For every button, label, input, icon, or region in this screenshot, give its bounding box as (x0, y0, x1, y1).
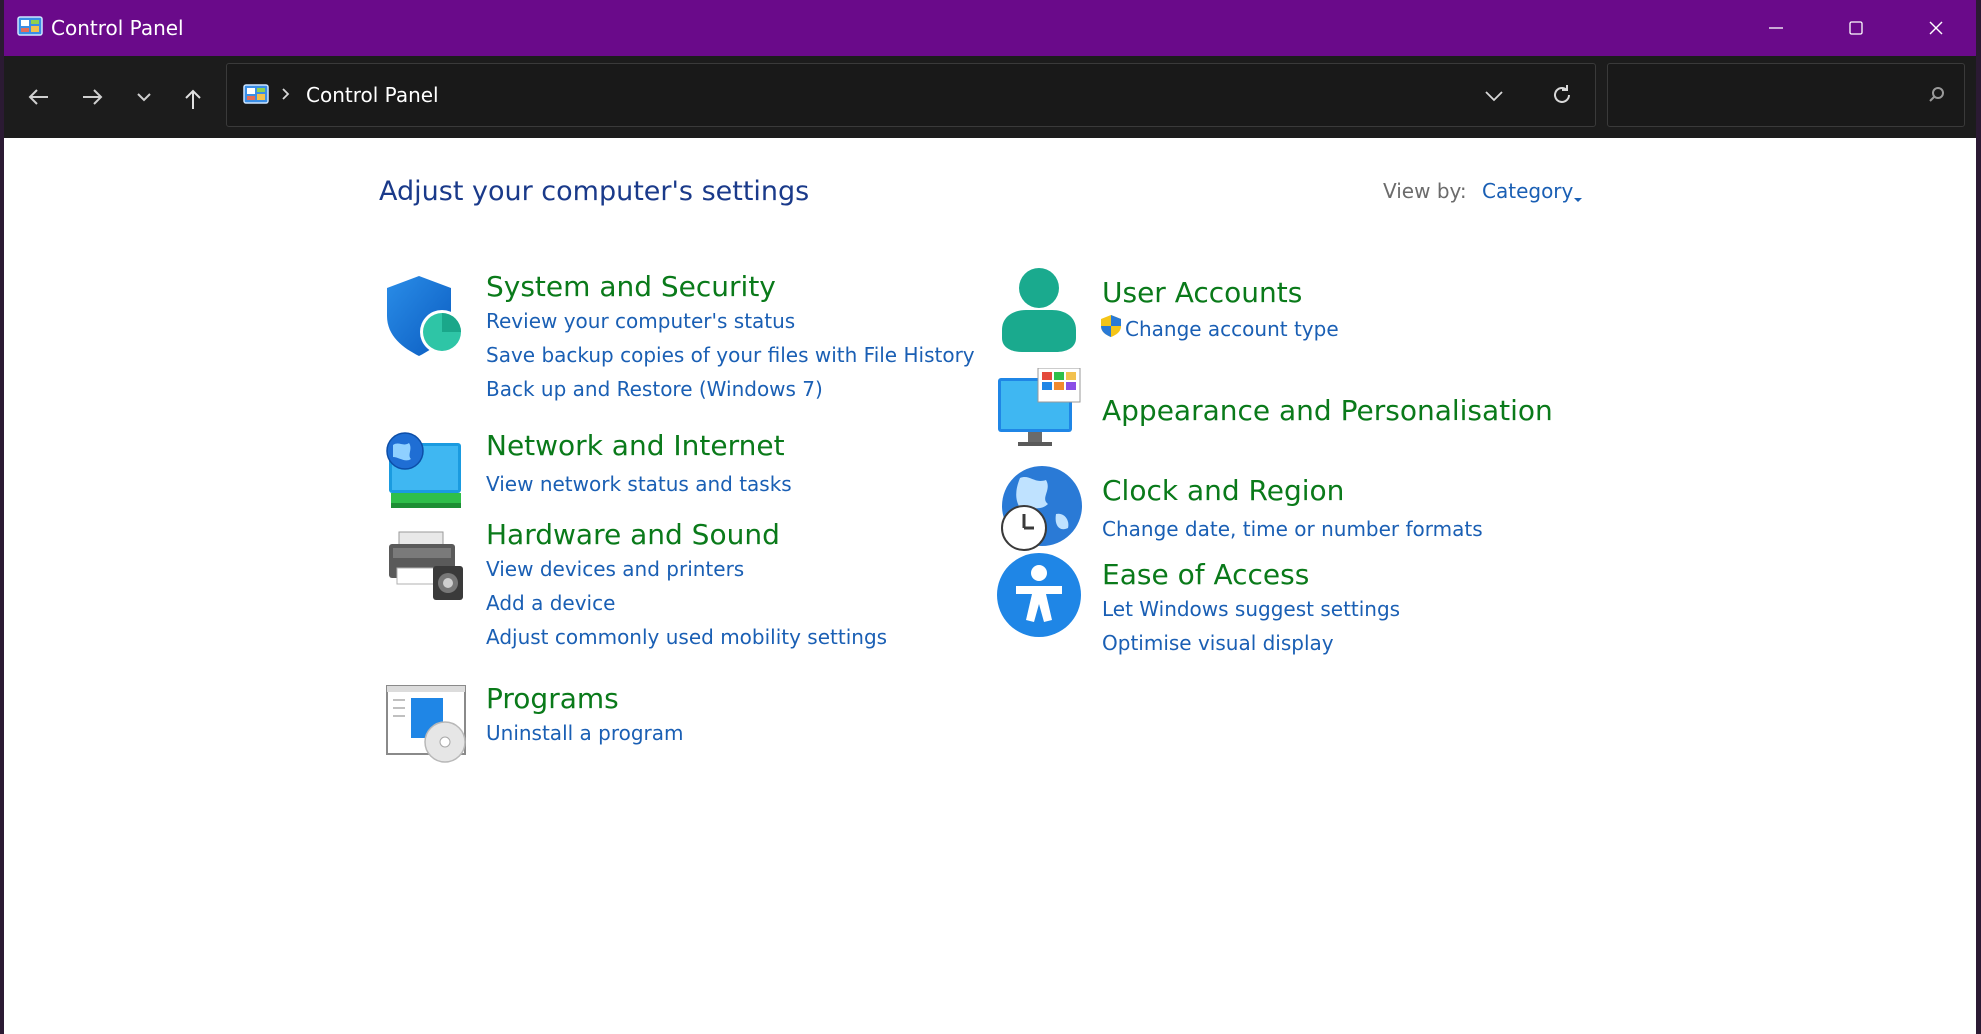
user-icon[interactable] (994, 266, 1084, 356)
link-backup-restore[interactable]: Back up and Restore (Windows 7) (486, 376, 823, 402)
category-appearance-personalisation: Appearance and Personalisation (994, 367, 1594, 458)
recent-locations-button[interactable] (129, 82, 159, 112)
programs-icon[interactable] (381, 676, 471, 766)
link-windows-suggest-settings[interactable]: Let Windows suggest settings (1102, 596, 1400, 622)
category-title-programs[interactable]: Programs (486, 682, 619, 716)
control-panel-icon (17, 16, 43, 42)
category-network-internet: Network and Internet View network status… (381, 427, 981, 517)
category-user-accounts: User Accounts Change account type (994, 266, 1494, 356)
category-title-hardware-sound[interactable]: Hardware and Sound (486, 518, 780, 552)
refresh-icon (1554, 85, 1570, 103)
category-programs: Programs Uninstall a program (381, 676, 981, 766)
chevron-down-icon (137, 93, 151, 102)
view-by-dropdown[interactable]: Category (1482, 179, 1573, 203)
caret-down-icon[interactable] (1573, 188, 1583, 207)
category-system-security: System and Security Review your computer… (381, 270, 981, 420)
search-icon[interactable] (1928, 86, 1946, 108)
category-title-system-security[interactable]: System and Security (486, 270, 776, 304)
monitor-icon[interactable] (994, 367, 1084, 458)
window-title: Control Panel (51, 16, 184, 40)
refresh-button[interactable] (1550, 83, 1574, 111)
link-change-account-type[interactable]: Change account type (1125, 316, 1339, 342)
forward-arrow-icon (83, 89, 103, 105)
accessibility-icon[interactable] (994, 550, 1084, 640)
link-review-status[interactable]: Review your computer's status (486, 308, 795, 334)
chevron-right-icon (281, 86, 291, 106)
category-title-appearance-personalisation[interactable]: Appearance and Personalisation (1102, 394, 1553, 428)
category-title-ease-of-access[interactable]: Ease of Access (1102, 558, 1309, 592)
close-icon (1929, 21, 1943, 35)
back-button[interactable] (24, 82, 54, 112)
control-panel-icon (243, 84, 269, 110)
shield-icon[interactable] (381, 270, 471, 360)
link-change-date-formats[interactable]: Change date, time or number formats (1102, 516, 1483, 542)
link-mobility-settings[interactable]: Adjust commonly used mobility settings (486, 624, 887, 650)
link-add-device[interactable]: Add a device (486, 590, 615, 616)
minimize-button[interactable] (1736, 0, 1816, 56)
category-title-network-internet[interactable]: Network and Internet (486, 429, 785, 463)
breadcrumb-control-panel[interactable]: Control Panel (306, 82, 439, 108)
printer-icon[interactable] (381, 518, 471, 608)
category-clock-region: Clock and Region Change date, time or nu… (994, 464, 1594, 554)
search-input[interactable] (1620, 78, 1914, 114)
title-bar: Control Panel (4, 0, 1976, 56)
back-arrow-icon (28, 89, 48, 105)
page-heading: Adjust your computer's settings (379, 176, 810, 207)
link-network-status[interactable]: View network status and tasks (486, 471, 792, 497)
up-arrow-icon (185, 89, 201, 109)
chevron-down-icon (1485, 91, 1503, 102)
category-title-clock-region[interactable]: Clock and Region (1102, 474, 1344, 508)
search-box[interactable] (1607, 63, 1965, 127)
maximize-icon (1849, 21, 1863, 35)
address-history-dropdown[interactable] (1484, 88, 1504, 107)
category-title-user-accounts[interactable]: User Accounts (1102, 276, 1302, 310)
view-by-label: View by: (1383, 179, 1467, 203)
close-button[interactable] (1896, 0, 1976, 56)
up-button[interactable] (178, 82, 208, 112)
link-uninstall-program[interactable]: Uninstall a program (486, 720, 684, 746)
category-ease-of-access: Ease of Access Let Windows suggest setti… (994, 550, 1594, 690)
link-file-history[interactable]: Save backup copies of your files with Fi… (486, 342, 975, 368)
globe-clock-icon[interactable] (994, 464, 1084, 554)
minimize-icon (1769, 27, 1783, 29)
navigation-toolbar: Control Panel (4, 56, 1976, 138)
control-panel-window: Control Panel Control Panel Adjust your … (4, 0, 1976, 1034)
maximize-button[interactable] (1816, 0, 1896, 56)
category-hardware-sound: Hardware and Sound View devices and prin… (381, 518, 981, 658)
link-optimise-visual-display[interactable]: Optimise visual display (1102, 630, 1334, 656)
uac-shield-icon (1100, 314, 1122, 342)
network-icon[interactable] (381, 427, 471, 517)
forward-button[interactable] (77, 82, 107, 112)
address-bar[interactable]: Control Panel (226, 63, 1596, 127)
link-devices-printers[interactable]: View devices and printers (486, 556, 744, 582)
content-area: Adjust your computer's settings View by:… (4, 138, 1976, 1034)
